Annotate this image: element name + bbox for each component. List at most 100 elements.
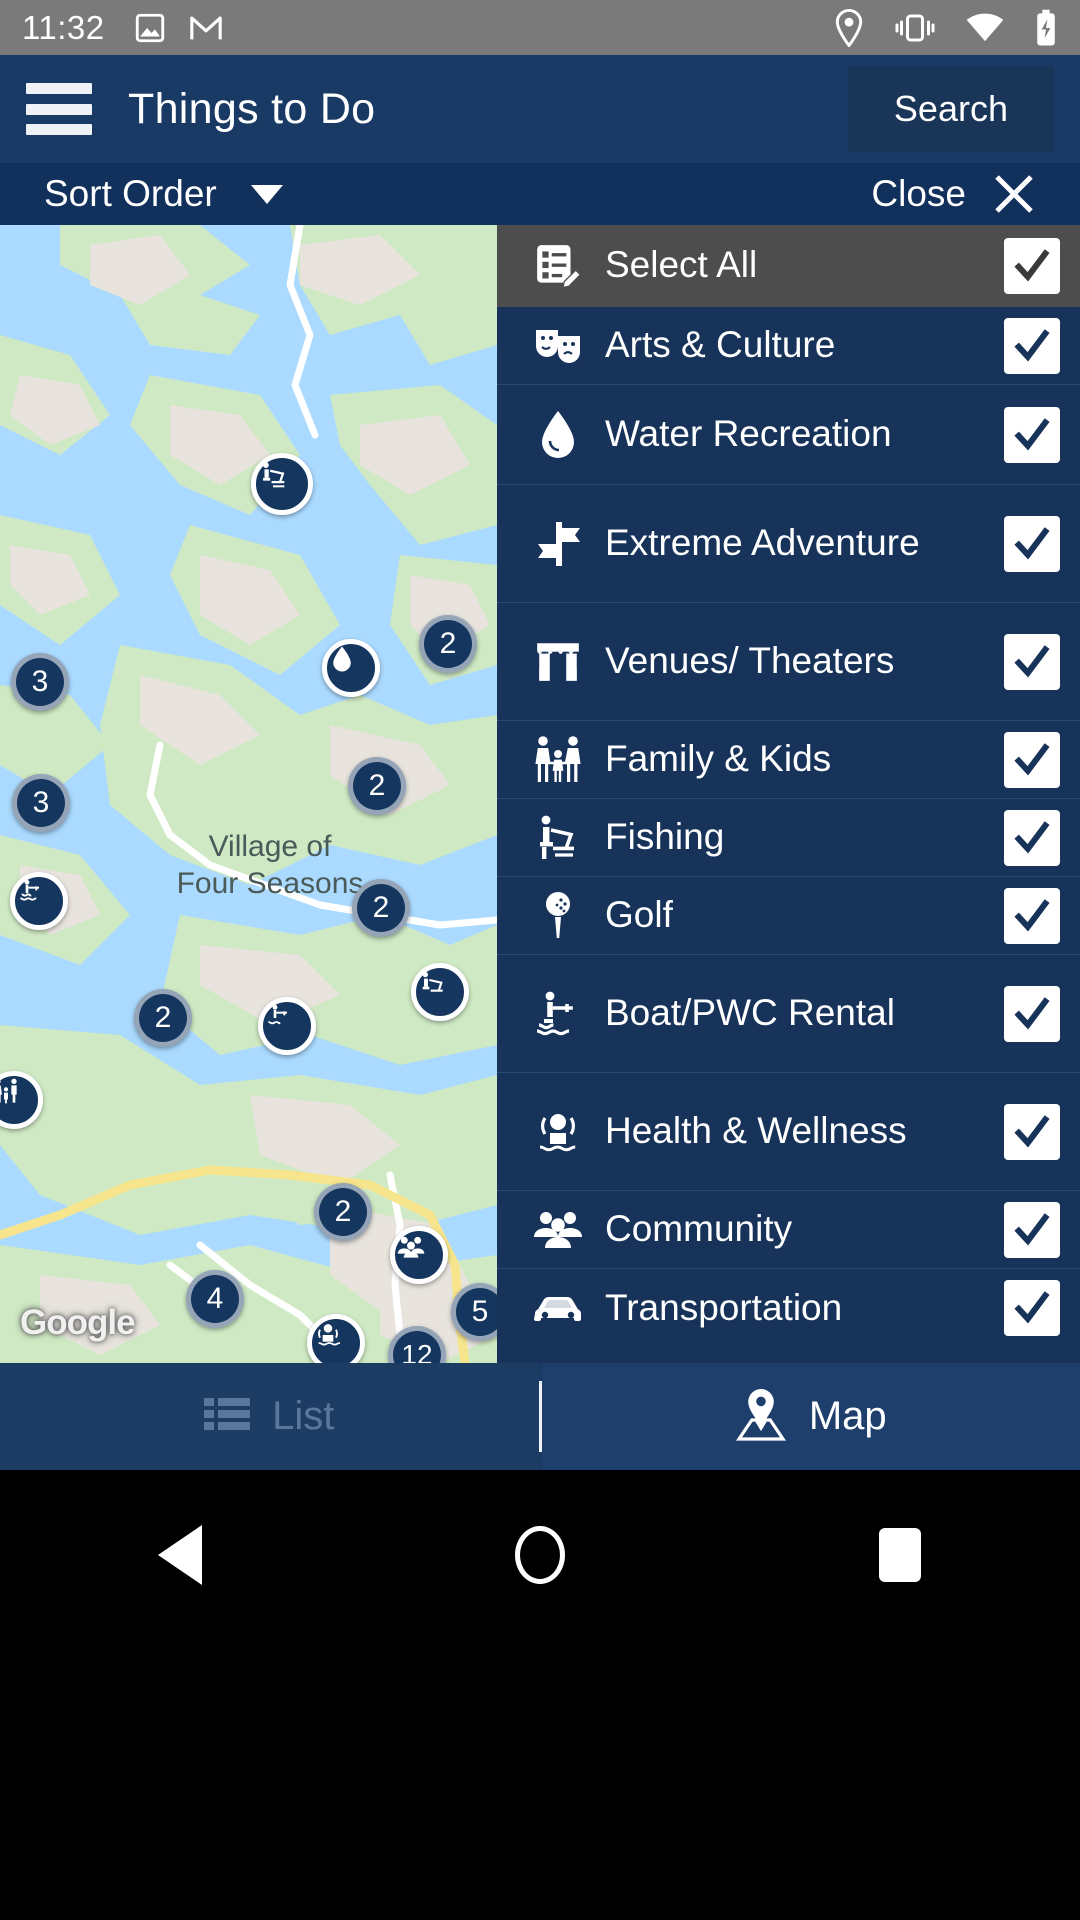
filter-checkbox[interactable]: [1004, 1201, 1060, 1258]
tab-map[interactable]: Map: [541, 1363, 1080, 1470]
golf-ball-tee-icon: [521, 890, 595, 942]
filter-label: Select All: [605, 244, 758, 286]
filter-checkbox[interactable]: [1004, 731, 1060, 788]
filter-checkbox[interactable]: [1004, 1280, 1060, 1336]
filter-row-arts-culture[interactable]: Arts & Culture: [497, 307, 1080, 385]
filter-label: Boat/PWC Rental: [605, 992, 895, 1034]
chevron-down-icon[interactable]: [250, 184, 283, 204]
car-icon: [521, 1288, 595, 1328]
category-filter-panel: Select All Arts & Culture Water Recreati…: [497, 225, 1080, 1363]
image-icon: [133, 11, 167, 45]
google-attribution: Google: [20, 1303, 136, 1342]
filter-row-golf[interactable]: Golf: [497, 877, 1080, 955]
filter-row-select-all[interactable]: Select All: [497, 225, 1080, 307]
filter-checkbox[interactable]: [1004, 317, 1060, 374]
battery-charging-icon: [1034, 9, 1058, 47]
boat-rental-icon: [20, 879, 39, 901]
map-marker-boat-rental[interactable]: [258, 997, 316, 1055]
filter-row-transportation[interactable]: Transportation: [497, 1269, 1080, 1347]
filter-label: Arts & Culture: [605, 324, 836, 366]
recents-button[interactable]: [840, 1510, 960, 1600]
wifi-icon: [966, 13, 1004, 43]
family-icon: [521, 734, 595, 786]
home-button[interactable]: [480, 1510, 600, 1600]
android-navigation-bar: [0, 1470, 1080, 1920]
community-icon: [521, 1206, 595, 1254]
family-icon: [0, 1078, 17, 1104]
fishing-icon: [422, 972, 443, 992]
filter-checkbox[interactable]: [1004, 633, 1060, 690]
filter-row-extreme-adventure[interactable]: Extreme Adventure: [497, 485, 1080, 603]
filter-checkbox[interactable]: [1004, 887, 1060, 944]
tab-label: Map: [808, 1394, 887, 1438]
filter-label: Health & Wellness: [605, 1110, 907, 1152]
location-icon: [834, 8, 864, 47]
map-marker-cluster[interactable]: 3: [11, 653, 69, 711]
filter-row-boat-pwc-rental[interactable]: Boat/PWC Rental: [497, 955, 1080, 1073]
vibrate-icon: [894, 13, 936, 43]
filter-checkbox[interactable]: [1004, 809, 1060, 866]
boat-rental-icon: [268, 1004, 287, 1025]
close-label[interactable]: Close: [871, 173, 966, 215]
filter-row-venues-theaters[interactable]: Venues/ Theaters: [497, 603, 1080, 721]
search-button[interactable]: Search: [847, 66, 1054, 152]
filter-label: Transportation: [605, 1286, 843, 1328]
map-marker-cluster[interactable]: 2: [134, 989, 192, 1047]
bottom-tab-bar: List Map: [0, 1363, 1080, 1470]
map-marker-cluster[interactable]: 2: [419, 615, 477, 673]
filter-checkbox[interactable]: [1004, 406, 1060, 463]
list-edit-icon: [521, 241, 595, 291]
map-marker-cluster[interactable]: 3: [12, 774, 70, 832]
filter-label: Family & Kids: [605, 738, 832, 780]
hamburger-icon[interactable]: [26, 83, 92, 135]
map-marker-cluster[interactable]: 2: [352, 879, 410, 937]
map-marker-community[interactable]: [390, 1226, 448, 1284]
map-marker-cluster[interactable]: 2: [348, 757, 406, 815]
tab-list[interactable]: List: [0, 1363, 539, 1470]
app-screen: 11:32 Things to Do Search Sort Order Clo…: [0, 0, 1080, 1920]
filter-label: Water Recreation: [605, 413, 892, 455]
filter-row-family-kids[interactable]: Family & Kids: [497, 721, 1080, 799]
map-marker-fishing[interactable]: [411, 963, 469, 1021]
filter-row-water-recreation[interactable]: Water Recreation: [497, 385, 1080, 485]
filter-checkbox[interactable]: [1004, 985, 1060, 1042]
status-time: 11:32: [22, 8, 105, 46]
map-tiles: [0, 225, 497, 1363]
map-marker-cluster[interactable]: 2: [314, 1183, 372, 1241]
map-marker-cluster[interactable]: 4: [186, 1270, 244, 1328]
filter-checkbox[interactable]: [1004, 1103, 1060, 1160]
filter-row-community[interactable]: Community: [497, 1191, 1080, 1269]
filter-label: Extreme Adventure: [605, 522, 920, 564]
boat-rental-icon: [521, 988, 595, 1040]
health-wellness-icon: [521, 1106, 595, 1158]
filter-label: Venues/ Theaters: [605, 640, 895, 682]
filter-checkbox[interactable]: [1004, 515, 1060, 572]
health-wellness-icon: [318, 1324, 341, 1346]
water-drop-icon: [333, 646, 351, 672]
map-view[interactable]: Village of Four Seasons 2 3 2 3 2 2 2 4 …: [0, 225, 497, 1363]
map-marker-health-wellness[interactable]: [307, 1314, 365, 1363]
list-icon: [204, 1394, 251, 1439]
filter-label: Fishing: [605, 816, 725, 858]
sort-bar: Sort Order Close: [0, 163, 1080, 225]
theater-masks-icon: [521, 324, 595, 368]
map-marker-boat-rental[interactable]: [10, 872, 68, 930]
sort-order-label[interactable]: Sort Order: [44, 173, 217, 215]
map-pin-icon: [735, 1387, 787, 1446]
map-marker-fishing[interactable]: [251, 453, 313, 515]
close-icon[interactable]: [992, 172, 1036, 216]
water-drop-icon: [521, 409, 595, 461]
gmail-icon: [189, 13, 223, 43]
tab-label: List: [272, 1394, 335, 1438]
status-bar: 11:32: [0, 0, 1080, 55]
fishing-icon: [521, 812, 595, 864]
filter-row-health-wellness[interactable]: Health & Wellness: [497, 1073, 1080, 1191]
community-icon: [397, 1236, 425, 1258]
filter-checkbox[interactable]: [1004, 237, 1060, 294]
back-button[interactable]: [120, 1510, 240, 1600]
filter-row-fishing[interactable]: Fishing: [497, 799, 1080, 877]
map-marker-water[interactable]: [322, 639, 380, 697]
filter-label: Community: [605, 1208, 793, 1250]
filter-label: Golf: [605, 894, 673, 936]
app-bar: Things to Do Search: [0, 55, 1080, 163]
